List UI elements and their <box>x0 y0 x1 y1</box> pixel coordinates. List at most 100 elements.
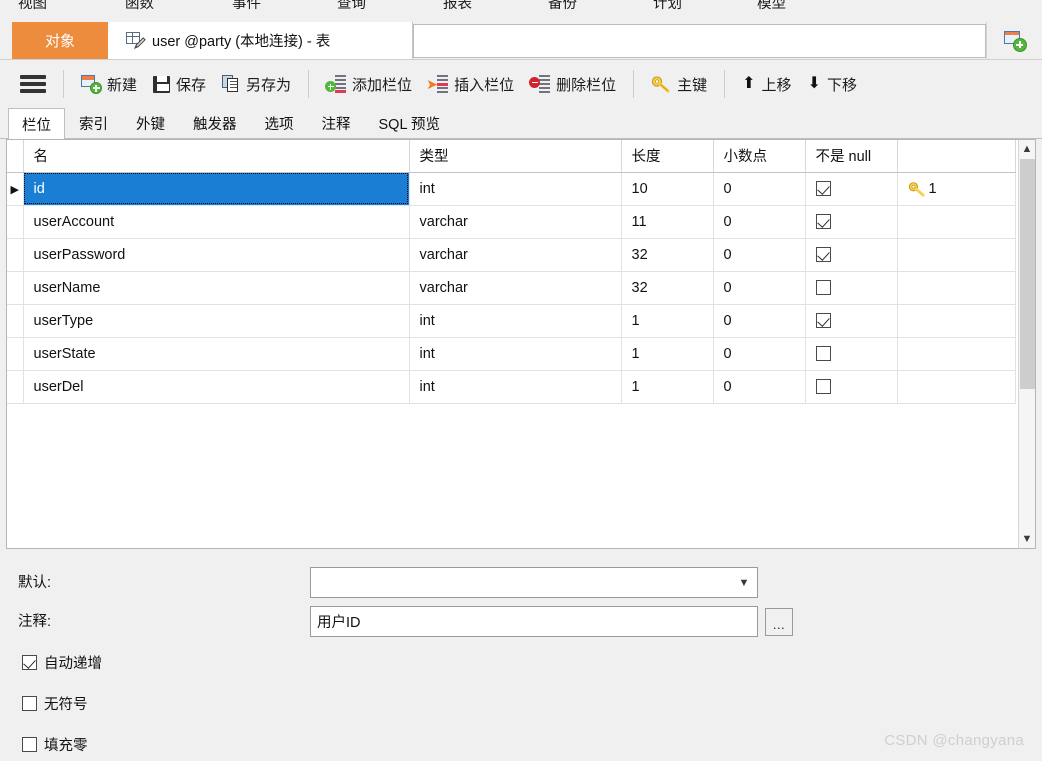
not-null-checkbox[interactable] <box>815 181 831 197</box>
table-row[interactable]: userPassword varchar 32 0 <box>7 238 1016 272</box>
cell-key[interactable] <box>897 205 1016 239</box>
cell-decimals[interactable]: 0 <box>713 238 806 272</box>
cell-type[interactable]: varchar <box>409 205 622 239</box>
menu-item-function[interactable]: 函数 <box>125 0 154 14</box>
header-key[interactable] <box>897 140 1016 173</box>
cell-length[interactable]: 1 <box>621 337 714 371</box>
add-field-button[interactable]: 添加栏位 <box>318 67 420 101</box>
cell-length[interactable]: 32 <box>621 271 714 305</box>
cell-key[interactable] <box>897 370 1016 404</box>
cell-not-null[interactable] <box>805 172 898 206</box>
unsigned-row[interactable]: 无符号 <box>22 693 88 714</box>
cell-type[interactable]: varchar <box>409 271 622 305</box>
menu-item-model[interactable]: 模型 <box>757 0 786 14</box>
zero-fill-row[interactable]: 填充零 <box>22 734 88 755</box>
cell-key[interactable] <box>897 304 1016 338</box>
header-decimals[interactable]: 小数点 <box>713 140 806 173</box>
delete-field-button[interactable]: 删除栏位 <box>522 67 624 101</box>
cell-type[interactable]: int <box>409 304 622 338</box>
not-null-checkbox[interactable] <box>815 280 831 296</box>
auto-increment-checkbox[interactable] <box>22 655 37 670</box>
tab-objects[interactable]: 对象 <box>12 22 108 59</box>
cell-decimals[interactable]: 0 <box>713 337 806 371</box>
scroll-up-arrow-icon[interactable]: ▲ <box>1019 140 1035 158</box>
cell-not-null[interactable] <box>805 238 898 272</box>
field-grid[interactable]: 名 类型 长度 小数点 不是 null ▶ id int 10 0 1 user… <box>6 139 1036 549</box>
new-object-button[interactable] <box>986 22 1042 59</box>
cell-name[interactable]: userDel <box>23 370 410 404</box>
not-null-checkbox[interactable] <box>815 214 831 230</box>
cell-length[interactable]: 1 <box>621 304 714 338</box>
cell-key[interactable] <box>897 271 1016 305</box>
menu-item-event[interactable]: 事件 <box>232 0 261 14</box>
not-null-checkbox[interactable] <box>815 247 831 263</box>
tab-empty-area[interactable] <box>413 24 986 58</box>
save-button[interactable]: 保存 <box>145 67 214 101</box>
cell-decimals[interactable]: 0 <box>713 304 806 338</box>
cell-decimals[interactable]: 0 <box>713 271 806 305</box>
primary-key-button[interactable]: 主键 <box>643 67 715 101</box>
tab-table-designer[interactable]: user @party (本地连接) - 表 <box>108 22 413 59</box>
chevron-down-icon[interactable]: ▼ <box>731 568 757 597</box>
tab-comment[interactable]: 注释 <box>308 108 365 138</box>
cell-decimals[interactable]: 0 <box>713 205 806 239</box>
insert-field-button[interactable]: ➤ 插入栏位 <box>420 67 522 101</box>
table-row[interactable]: userName varchar 32 0 <box>7 271 1016 305</box>
auto-increment-row[interactable]: 自动递增 <box>22 652 102 673</box>
cell-decimals[interactable]: 0 <box>713 172 806 206</box>
cell-name[interactable]: userPassword <box>23 238 410 272</box>
table-row[interactable]: userState int 1 0 <box>7 337 1016 371</box>
cell-name[interactable]: userType <box>23 304 410 338</box>
cell-type[interactable]: int <box>409 370 622 404</box>
tab-indexes[interactable]: 索引 <box>65 108 122 138</box>
comment-value-input[interactable]: 用户ID <box>310 606 758 637</box>
not-null-checkbox[interactable] <box>815 313 831 329</box>
cell-length[interactable]: 11 <box>621 205 714 239</box>
menu-item-backup[interactable]: 备份 <box>548 0 577 14</box>
cell-not-null[interactable] <box>805 370 898 404</box>
cell-name[interactable]: id <box>23 172 410 206</box>
tab-triggers[interactable]: 触发器 <box>179 108 251 138</box>
menu-item-schedule[interactable]: 计划 <box>653 0 682 14</box>
grid-vertical-scrollbar[interactable]: ▲ ▼ <box>1018 139 1036 549</box>
cell-key[interactable]: 1 <box>897 172 1016 206</box>
tab-sql-preview[interactable]: SQL 预览 <box>365 108 455 138</box>
table-row[interactable]: userDel int 1 0 <box>7 370 1016 404</box>
not-null-checkbox[interactable] <box>815 379 831 395</box>
table-row[interactable]: userAccount varchar 11 0 <box>7 205 1016 239</box>
cell-decimals[interactable]: 0 <box>713 370 806 404</box>
cell-name[interactable]: userAccount <box>23 205 410 239</box>
table-row[interactable]: userType int 1 0 <box>7 304 1016 338</box>
new-button[interactable]: 新建 <box>73 67 145 101</box>
table-row[interactable]: ▶ id int 10 0 1 <box>7 172 1016 206</box>
comment-browse-button[interactable]: ... <box>765 608 793 636</box>
menu-item-report[interactable]: 报表 <box>443 0 472 14</box>
menu-item-query[interactable]: 查询 <box>337 0 366 14</box>
menu-toggle-button[interactable] <box>12 67 54 101</box>
header-length[interactable]: 长度 <box>621 140 714 173</box>
cell-type[interactable]: varchar <box>409 238 622 272</box>
cell-length[interactable]: 1 <box>621 370 714 404</box>
cell-not-null[interactable] <box>805 304 898 338</box>
scroll-down-arrow-icon[interactable]: ▼ <box>1019 530 1035 548</box>
unsigned-checkbox[interactable] <box>22 696 37 711</box>
zero-fill-checkbox[interactable] <box>22 737 37 752</box>
tab-foreign-keys[interactable]: 外键 <box>122 108 179 138</box>
cell-type[interactable]: int <box>409 337 622 371</box>
not-null-checkbox[interactable] <box>815 346 831 362</box>
header-name[interactable]: 名 <box>23 140 410 173</box>
cell-name[interactable]: userName <box>23 271 410 305</box>
cell-not-null[interactable] <box>805 205 898 239</box>
tab-options[interactable]: 选项 <box>251 108 308 138</box>
move-down-button[interactable]: ⬇ 下移 <box>800 67 865 101</box>
cell-length[interactable]: 10 <box>621 172 714 206</box>
cell-not-null[interactable] <box>805 337 898 371</box>
menu-item-view[interactable]: 视图 <box>18 0 47 14</box>
cell-key[interactable] <box>897 337 1016 371</box>
cell-key[interactable] <box>897 238 1016 272</box>
cell-length[interactable]: 32 <box>621 238 714 272</box>
cell-name[interactable]: userState <box>23 337 410 371</box>
default-value-combobox[interactable]: ▼ <box>310 567 758 598</box>
save-as-button[interactable]: 另存为 <box>214 67 299 101</box>
header-not-null[interactable]: 不是 null <box>805 140 898 173</box>
